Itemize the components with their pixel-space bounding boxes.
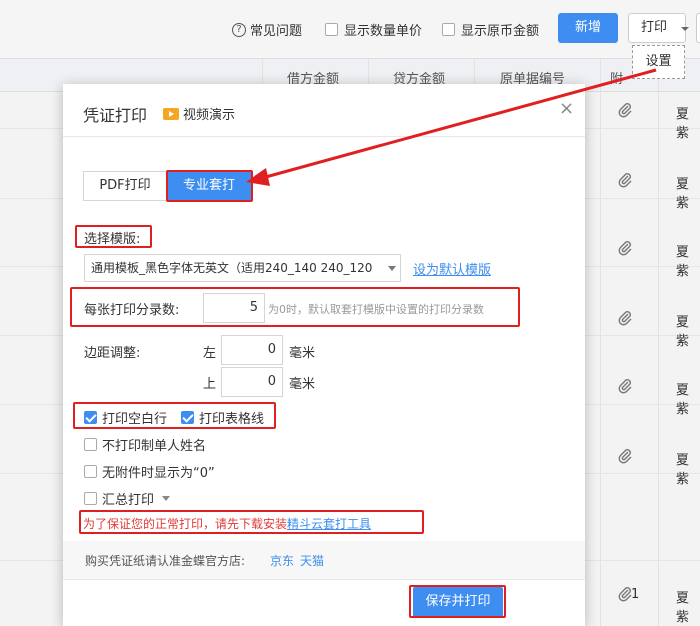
col-attachment: 附 — [610, 72, 624, 87]
no-maker-name-label: 不打印制单人姓名 — [102, 439, 207, 454]
toolbar: ? 常见问题 显示数量单价 显示原币金额 新增 打印 — [0, 0, 700, 58]
print-button[interactable]: 打印 — [628, 13, 689, 43]
no-attach-zero-label: 无附件时显示为“0” — [102, 466, 215, 481]
no-maker-name-checkbox[interactable]: 不打印制单人姓名 — [84, 435, 206, 454]
show-orig-currency-label: 显示原币金额 — [461, 24, 540, 39]
row-name: 夏紫 — [676, 591, 690, 625]
video-demo-link[interactable]: 视频演示 — [163, 104, 235, 123]
checkbox-icon — [84, 438, 97, 451]
margin-top-input[interactable]: 0 — [221, 367, 283, 397]
paperclip-icon[interactable] — [617, 448, 633, 464]
checkbox-icon — [84, 492, 97, 505]
close-icon[interactable]: × — [559, 98, 574, 119]
column-divider — [658, 58, 659, 626]
paperclip-icon[interactable] — [617, 172, 633, 188]
margin-left-unit: 毫米 — [289, 346, 316, 361]
tab-professional-print[interactable]: 专业套打 — [167, 171, 251, 201]
template-select[interactable]: 通用模板_黑色字体无英文（适用240_140 240_120 — [84, 254, 401, 282]
faq-link[interactable]: ? 常见问题 — [232, 20, 302, 39]
column-divider — [600, 58, 601, 626]
checkbox-checked-icon — [84, 411, 97, 424]
print-button-label: 打印 — [641, 20, 668, 35]
margin-left-input[interactable]: 0 — [221, 335, 283, 365]
tab-pdf-print[interactable]: PDF打印 — [83, 171, 167, 201]
paperclip-icon[interactable] — [617, 378, 633, 394]
summary-print-label: 汇总打印 — [102, 493, 155, 508]
show-qty-price-checkbox[interactable]: 显示数量单价 — [325, 20, 422, 39]
template-label: 选择模版: — [84, 232, 141, 247]
entries-hint: 为0时，默认取套打模版中设置的打印分录数 — [268, 303, 484, 316]
dialog-title: 凭证打印 — [83, 106, 148, 125]
print-mode-tabs: PDF打印 专业套打 — [83, 171, 251, 201]
margin-top-label: 上 — [203, 377, 217, 392]
more-button[interactable] — [696, 13, 700, 43]
print-settings-menu-item[interactable]: 设置 — [632, 45, 685, 79]
margin-left-label: 左 — [203, 346, 217, 361]
checkbox-icon — [84, 465, 97, 478]
row-name: 夏紫 — [676, 245, 690, 279]
print-grid-lines-checkbox[interactable]: 打印表格线 — [181, 408, 264, 427]
install-warning: 为了保证您的正常打印，请先下载安装精斗云套打工具 — [83, 515, 371, 532]
tmall-shop-link[interactable]: 天猫 — [300, 552, 324, 569]
divider — [63, 136, 585, 137]
show-orig-currency-checkbox[interactable]: 显示原币金额 — [442, 20, 539, 39]
set-default-template-link[interactable]: 设为默认模版 — [413, 259, 491, 278]
paperclip-icon[interactable] — [617, 310, 633, 326]
divider — [63, 579, 585, 580]
row-name: 夏紫 — [676, 315, 690, 349]
new-button[interactable]: 新增 — [558, 13, 618, 43]
jd-shop-link[interactable]: 京东 — [270, 552, 294, 569]
margin-top-unit: 毫米 — [289, 377, 316, 392]
entries-per-page-input[interactable]: 5 — [203, 293, 265, 323]
row-name: 夏紫 — [676, 453, 690, 487]
row-name: 夏紫 — [676, 177, 690, 211]
entries-per-page-label: 每张打印分录数: — [84, 303, 180, 318]
summary-print-checkbox[interactable]: 汇总打印 — [84, 489, 171, 508]
chevron-down-icon — [388, 266, 396, 271]
paperclip-icon[interactable] — [617, 240, 633, 256]
print-blank-rows-checkbox[interactable]: 打印空白行 — [84, 408, 167, 427]
download-tool-link[interactable]: 精斗云套打工具 — [287, 517, 371, 531]
question-icon: ? — [232, 22, 246, 37]
margin-label: 边距调整: — [84, 346, 141, 361]
chevron-down-icon[interactable] — [162, 496, 171, 501]
no-attach-zero-checkbox[interactable]: 无附件时显示为“0” — [84, 462, 215, 481]
warning-text: 为了保证您的正常打印，请先下载安装 — [83, 517, 288, 531]
checkbox-checked-icon — [181, 411, 194, 424]
faq-label: 常见问题 — [250, 24, 303, 39]
checkbox-icon — [442, 23, 455, 36]
video-icon — [163, 107, 179, 120]
row-name: 夏紫 — [676, 107, 690, 141]
row-name: 夏紫 — [676, 383, 690, 417]
print-grid-lines-label: 打印表格线 — [199, 412, 265, 427]
paperclip-icon[interactable] — [617, 102, 633, 118]
save-and-print-button[interactable]: 保存并打印 — [413, 587, 503, 617]
checkbox-icon — [325, 23, 338, 36]
show-qty-price-label: 显示数量单价 — [344, 24, 423, 39]
print-blank-rows-label: 打印空白行 — [102, 412, 168, 427]
attachment-count: 1 — [631, 587, 640, 602]
video-demo-label: 视频演示 — [183, 108, 236, 123]
chevron-down-icon — [681, 27, 689, 31]
voucher-print-dialog: 凭证打印 视频演示 × PDF打印 专业套打 选择模版: 通用模板_黑色字体无英… — [63, 84, 585, 626]
buy-paper-text: 购买凭证纸请认准金蝶官方店: — [85, 554, 246, 568]
buy-paper-strip: 购买凭证纸请认准金蝶官方店: 京东 天猫 — [63, 541, 585, 579]
